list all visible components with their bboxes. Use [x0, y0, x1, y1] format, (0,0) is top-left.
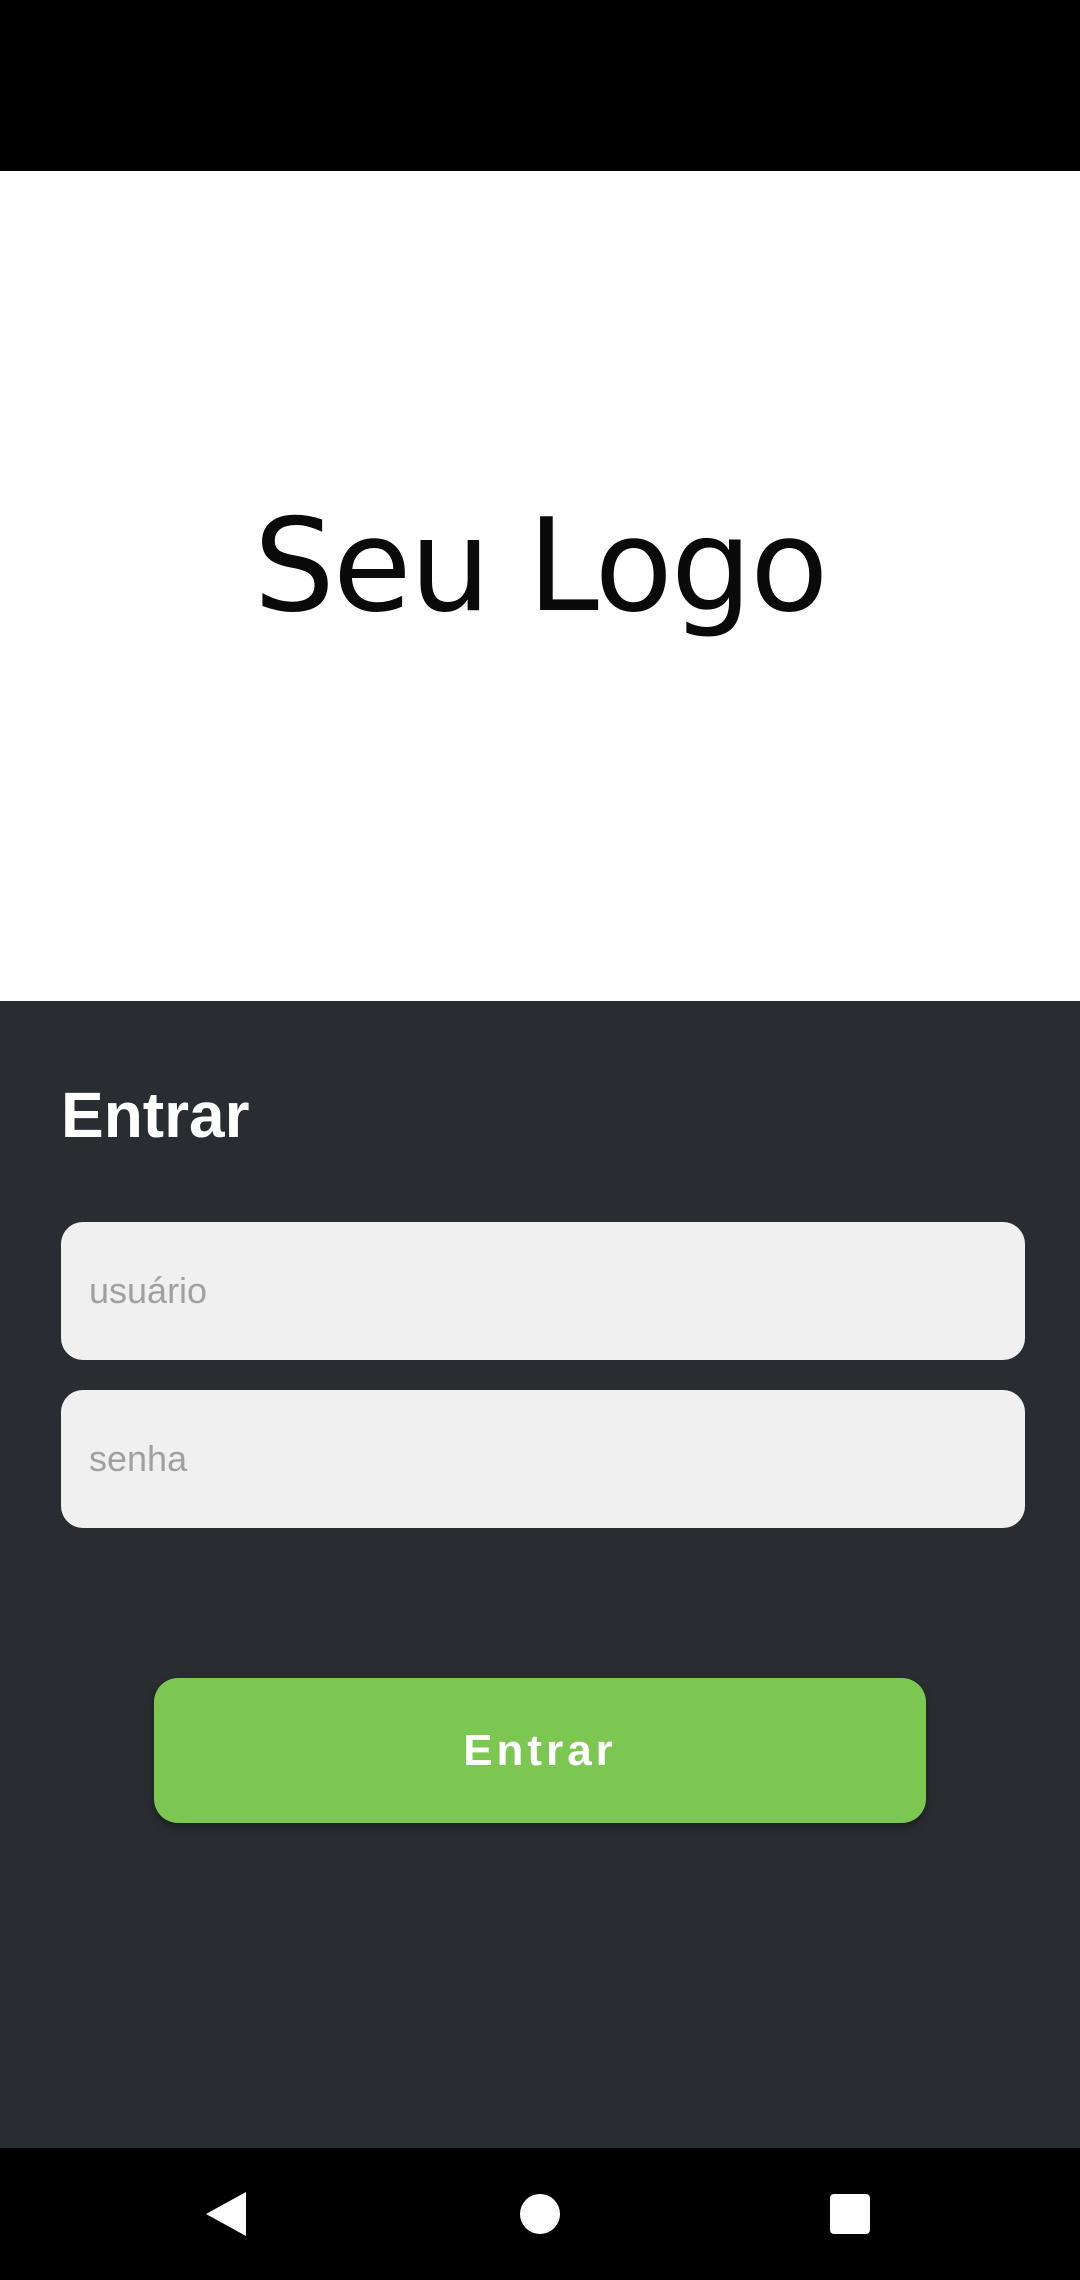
login-screen: Seu Logo Entrar Entrar [0, 0, 1080, 2280]
home-button[interactable] [474, 2148, 606, 2280]
back-triangle-icon [206, 2192, 246, 2236]
login-title: Entrar [61, 1079, 250, 1151]
back-button[interactable] [160, 2148, 292, 2280]
recents-square-icon [830, 2194, 870, 2234]
login-button[interactable]: Entrar [154, 1678, 926, 1823]
username-input[interactable] [61, 1222, 1025, 1360]
logo-area: Seu Logo [0, 171, 1080, 1001]
logo: Seu Logo [253, 491, 829, 641]
home-circle-icon [520, 2194, 560, 2234]
login-panel: Entrar Entrar [0, 1001, 1080, 2148]
status-bar [0, 0, 1080, 171]
system-navigation-bar [0, 2148, 1080, 2280]
password-input[interactable] [61, 1390, 1025, 1528]
recents-button[interactable] [784, 2148, 916, 2280]
